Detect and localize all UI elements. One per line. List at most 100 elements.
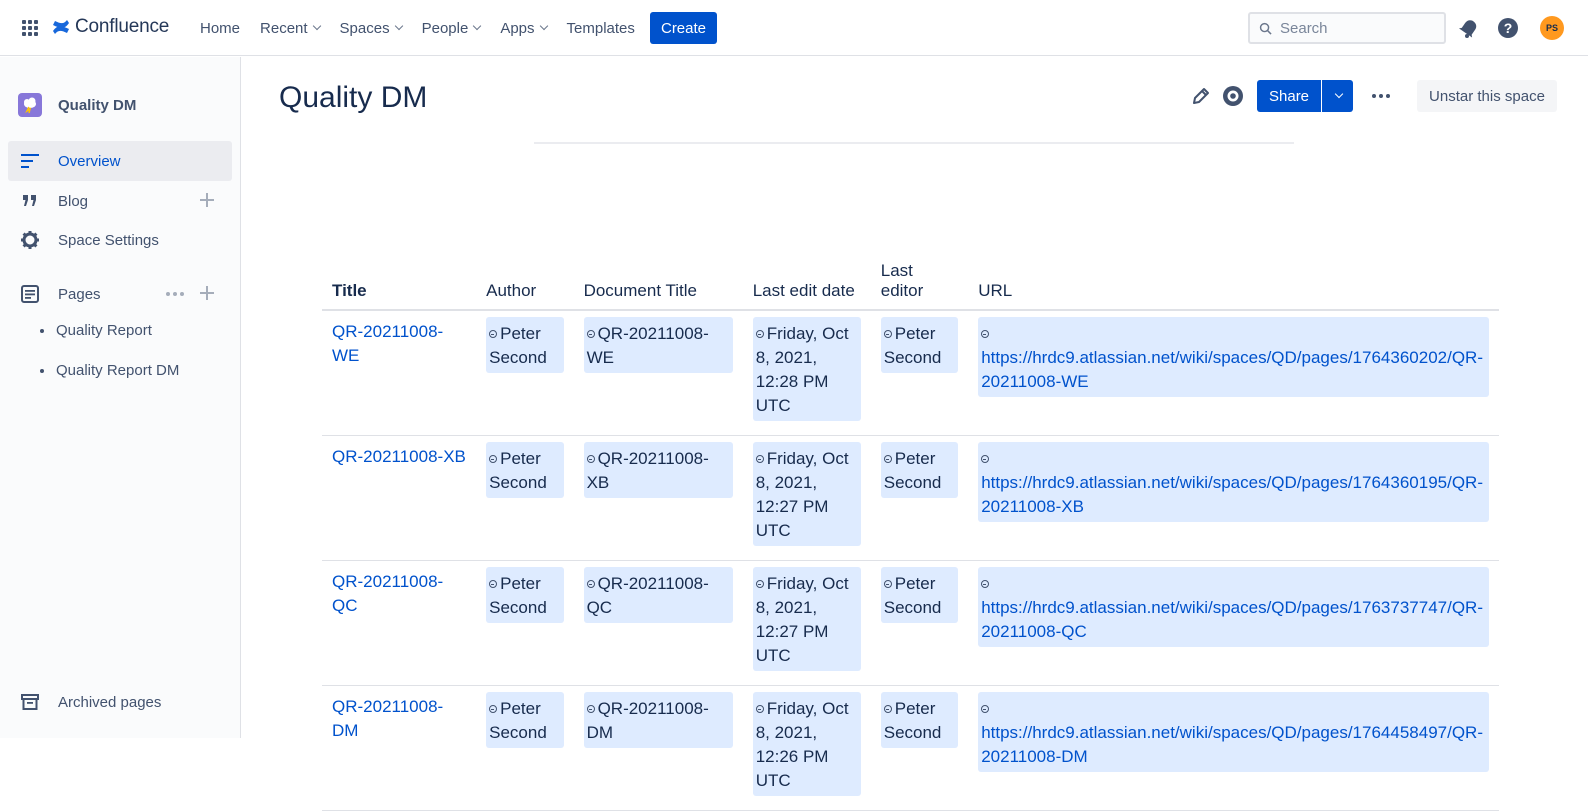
top-navigation-bar: Confluence Home Recent Spaces People App… <box>0 0 1588 56</box>
svg-text:?: ? <box>1504 20 1513 36</box>
user-icon <box>883 330 892 338</box>
author-mention[interactable]: Peter Second <box>486 317 564 373</box>
search-box[interactable] <box>1248 12 1446 44</box>
user-avatar-initials: PS <box>1545 23 1558 33</box>
column-header-url[interactable]: URL <box>968 253 1499 311</box>
sidebar-item-overview[interactable]: Overview <box>8 141 232 181</box>
author-mention[interactable]: Peter Second <box>486 442 564 498</box>
date-chip: Friday, Oct 8, 2021, 12:27 PM UTC <box>752 567 861 671</box>
cell-last-edit-date: Friday, Oct 8, 2021, 12:26 PM UTC <box>742 685 871 811</box>
help-icon[interactable]: ? <box>1497 17 1519 39</box>
editor-mention[interactable]: Peter Second <box>880 317 959 373</box>
user-icon <box>883 455 892 463</box>
url-link[interactable]: https://hrdc9.atlassian.net/wiki/spaces/… <box>978 692 1489 772</box>
main-content: Quality DM Share Unstar this space Title… <box>241 57 1588 811</box>
space-avatar <box>18 93 42 117</box>
create-button[interactable]: Create <box>650 12 717 44</box>
search-input[interactable] <box>1280 19 1430 37</box>
editor-mention[interactable]: Peter Second <box>880 692 959 748</box>
sidebar-item-label: Space Settings <box>58 231 159 249</box>
page-title-link[interactable]: QR-20211008-WE <box>332 317 466 368</box>
nav-spaces[interactable]: Spaces <box>340 17 403 39</box>
editor-mention[interactable]: Peter Second <box>880 442 959 498</box>
nav-templates[interactable]: Templates <box>567 17 635 39</box>
url-link[interactable]: https://hrdc9.atlassian.net/wiki/spaces/… <box>978 317 1489 397</box>
nav-recent[interactable]: Recent <box>260 17 321 39</box>
cell-last-edit-date: Friday, Oct 8, 2021, 12:28 PM UTC <box>742 310 871 436</box>
user-avatar[interactable]: PS <box>1540 16 1564 40</box>
sidebar-item-label: Overview <box>58 152 121 170</box>
watch-eye-icon[interactable] <box>1221 84 1245 108</box>
author-name: Peter Second <box>489 699 547 742</box>
cell-title: QR-20211008-DM <box>322 685 477 811</box>
column-header-author[interactable]: Author <box>476 253 574 311</box>
author-mention[interactable]: Peter Second <box>486 567 564 623</box>
page-tree-item-quality-report-dm[interactable]: Quality Report DM <box>40 362 179 379</box>
unstar-space-button[interactable]: Unstar this space <box>1417 80 1557 112</box>
page-tree-item-quality-report[interactable]: Quality Report <box>40 322 152 339</box>
edit-icon[interactable] <box>1189 84 1213 108</box>
date-chip: Friday, Oct 8, 2021, 12:27 PM UTC <box>752 442 861 546</box>
page-actions: Share Unstar this space <box>1189 80 1557 112</box>
content-divider <box>534 142 1294 144</box>
document-title-chip: QR-20211008-DM <box>583 692 733 748</box>
sidebar-item-archived-pages[interactable]: Archived pages <box>8 682 232 722</box>
bullet-icon <box>40 328 44 333</box>
column-header-document-title[interactable]: Document Title <box>573 253 743 311</box>
user-icon <box>883 580 892 588</box>
share-dropdown-button[interactable] <box>1321 80 1354 112</box>
add-blog-icon[interactable] <box>200 193 214 207</box>
column-header-last-edit-date[interactable]: Last edit date <box>742 253 871 311</box>
more-actions-button[interactable] <box>1365 80 1397 112</box>
add-page-icon[interactable] <box>200 286 214 300</box>
notifications-icon[interactable] <box>1459 17 1479 39</box>
nav-apps[interactable]: Apps <box>500 17 548 39</box>
gear-icon <box>20 230 40 250</box>
author-name: Peter Second <box>489 324 547 367</box>
search-icon <box>1259 22 1272 35</box>
more-options-icon[interactable] <box>166 292 184 296</box>
nav-home[interactable]: Home <box>200 17 240 39</box>
share-button[interactable]: Share <box>1257 80 1322 112</box>
cell-title: QR-20211008-WE <box>322 310 477 436</box>
page-tree-label: Quality Report DM <box>56 362 180 379</box>
author-mention[interactable]: Peter Second <box>486 692 564 748</box>
table-row: QR-20211008-QC Peter Second QR-20211008-… <box>322 560 1499 686</box>
nav-people[interactable]: People <box>422 17 482 39</box>
page-title-link[interactable]: QR-20211008-QC <box>332 567 466 618</box>
chevron-down-icon <box>1334 89 1344 99</box>
url-link[interactable]: https://hrdc9.atlassian.net/wiki/spaces/… <box>978 442 1489 522</box>
pages-icon <box>20 284 40 304</box>
cell-title: QR-20211008-XB <box>322 435 477 561</box>
cell-url: https://hrdc9.atlassian.net/wiki/spaces/… <box>968 685 1499 811</box>
date-chip: Friday, Oct 8, 2021, 12:28 PM UTC <box>752 317 861 421</box>
cell-author: Peter Second <box>476 685 574 811</box>
table-row: QR-20211008-WE Peter Second QR-20211008-… <box>322 310 1499 436</box>
cell-author: Peter Second <box>476 310 574 436</box>
cell-url: https://hrdc9.atlassian.net/wiki/spaces/… <box>968 310 1499 436</box>
sidebar-item-space-settings[interactable]: Space Settings <box>8 220 232 260</box>
editor-mention[interactable]: Peter Second <box>880 567 959 623</box>
column-header-last-editor[interactable]: Last editor <box>870 253 969 311</box>
url-text: https://hrdc9.atlassian.net/wiki/spaces/… <box>981 348 1483 391</box>
link-icon <box>981 705 990 713</box>
url-link[interactable]: https://hrdc9.atlassian.net/wiki/spaces/… <box>978 567 1489 647</box>
cell-document-title: QR-20211008-QC <box>573 560 743 686</box>
page-icon <box>586 330 595 338</box>
column-header-title[interactable]: Title <box>322 253 477 311</box>
date-chip: Friday, Oct 8, 2021, 12:26 PM UTC <box>752 692 861 796</box>
cell-last-editor: Peter Second <box>870 685 969 811</box>
confluence-logo[interactable]: Confluence <box>51 16 169 38</box>
page-title-link[interactable]: QR-20211008-DM <box>332 692 466 743</box>
cell-author: Peter Second <box>476 435 574 561</box>
app-switcher-icon[interactable] <box>22 20 38 36</box>
page-title-link[interactable]: QR-20211008-XB <box>332 442 466 469</box>
space-header[interactable]: Quality DM <box>18 93 136 117</box>
cell-last-edit-date: Friday, Oct 8, 2021, 12:27 PM UTC <box>742 560 871 686</box>
clock-icon <box>755 455 764 463</box>
sidebar-item-label: Archived pages <box>58 693 162 711</box>
sidebar-item-pages[interactable]: Pages <box>8 274 232 314</box>
sidebar-item-blog[interactable]: Blog <box>8 181 232 221</box>
date-text: Friday, Oct 8, 2021, 12:28 PM UTC <box>755 324 849 415</box>
space-sidebar: Quality DM Overview Blog Space Settings … <box>0 57 241 738</box>
